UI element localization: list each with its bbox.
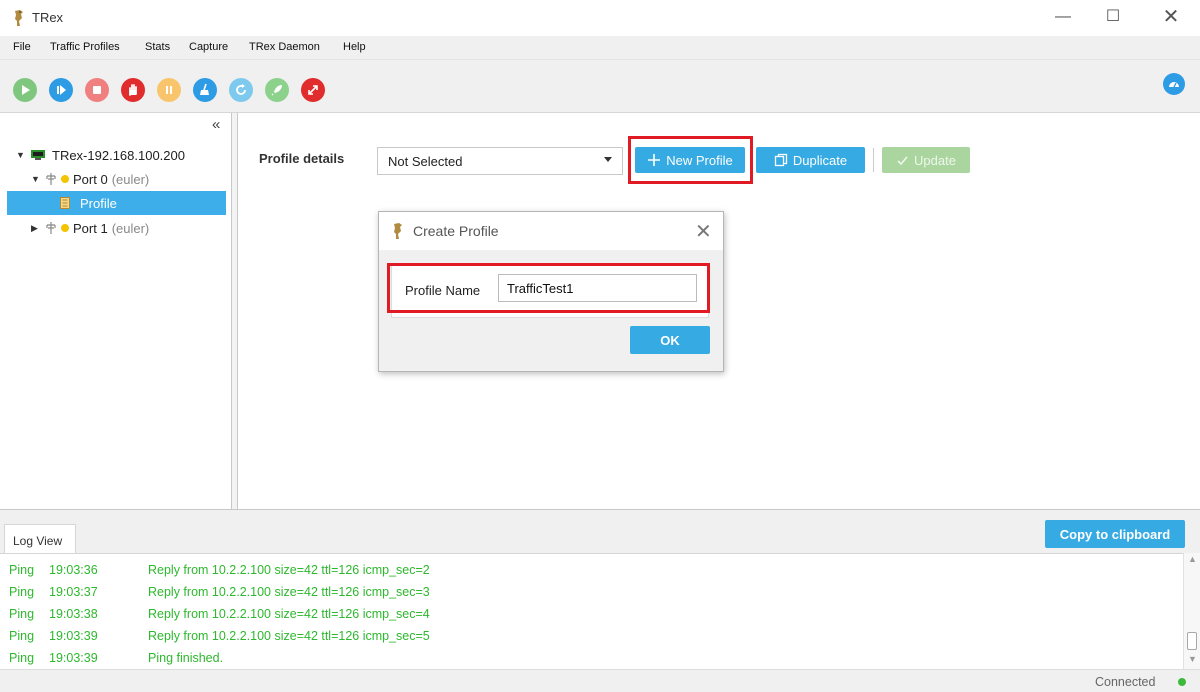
log-source: Ping [9, 585, 35, 599]
log-time: 19:03:36 [49, 563, 98, 577]
window-title: TRex [32, 10, 64, 25]
new-profile-button[interactable]: New Profile [635, 147, 745, 173]
port-icon [46, 222, 56, 234]
start-button[interactable] [13, 78, 37, 102]
refresh-button[interactable] [229, 78, 253, 102]
tree-port1-sub: (euler) [111, 220, 150, 236]
pause-button[interactable] [157, 78, 181, 102]
log-time: 19:03:39 [49, 629, 98, 643]
tree-port0-label: Port 0 [73, 171, 108, 187]
hand-icon [129, 84, 137, 96]
log-list: Ping 19:03:36 Reply from 10.2.2.100 size… [0, 553, 1200, 669]
menu-traffic-profiles[interactable]: Traffic Profiles [50, 41, 120, 53]
menu-capture[interactable]: Capture [189, 41, 228, 53]
refresh-icon [236, 84, 246, 95]
log-message: Reply from 10.2.2.100 size=42 ttl=126 ic… [148, 585, 430, 599]
menu-file[interactable]: File [13, 41, 31, 53]
port0-status-dot [61, 175, 69, 183]
dashboard-icon [1169, 82, 1179, 88]
tree-item-port1[interactable]: ▶ Port 1 (euler) [31, 216, 149, 240]
log-source: Ping [9, 651, 35, 665]
trex-logo-icon [15, 10, 23, 26]
update-button[interactable]: Update [882, 147, 970, 173]
tree-port0-sub: (euler) [111, 171, 150, 187]
log-source: Ping [9, 563, 35, 577]
tree-server-label: TRex-192.168.100.200 [52, 147, 185, 163]
disconnect-button[interactable] [301, 78, 325, 102]
stop-icon [93, 86, 101, 94]
port-icon [46, 173, 56, 185]
menu-help[interactable]: Help [343, 41, 366, 53]
maximize-button[interactable]: ☐ [1090, 0, 1136, 36]
toolbar-separator [873, 148, 874, 172]
tree-item-server[interactable]: ▼ TRex-192.168.100.200 [16, 143, 185, 167]
log-time: 19:03:37 [49, 585, 98, 599]
collapsed-arrow-icon[interactable]: ▶ [31, 223, 43, 234]
scroll-up-icon[interactable]: ▲ [1188, 554, 1197, 564]
new-profile-label: New Profile [666, 152, 733, 168]
log-view-tab[interactable]: Log View [4, 524, 76, 554]
server-icon [31, 150, 45, 160]
status-bar: Connected [0, 669, 1200, 692]
expanded-arrow-icon[interactable]: ▼ [31, 174, 43, 184]
check-icon [897, 155, 908, 165]
log-source: Ping [9, 607, 35, 621]
port1-status-dot [61, 224, 69, 232]
log-message: Reply from 10.2.2.100 size=42 ttl=126 ic… [148, 607, 430, 621]
duplicate-label: Duplicate [792, 152, 848, 168]
profile-details-label: Profile details [259, 151, 345, 166]
log-message: Reply from 10.2.2.100 size=42 ttl=126 ic… [148, 629, 430, 643]
chevron-down-icon [604, 157, 612, 162]
tree-profile-label: Profile [80, 195, 117, 211]
dialog-close-button[interactable]: ✕ [695, 219, 712, 244]
duplicate-button[interactable]: Duplicate [756, 147, 865, 173]
log-time: 19:03:38 [49, 607, 98, 621]
menu-trex-daemon[interactable]: TRex Daemon [249, 41, 320, 53]
toolbar [0, 60, 1200, 113]
tree-item-profile[interactable]: Profile [7, 191, 226, 215]
tree-port1-label: Port 1 [73, 220, 108, 236]
play-next-icon [57, 85, 66, 95]
menu-stats[interactable]: Stats [145, 41, 170, 53]
collapse-panel-button[interactable]: « [212, 116, 220, 133]
launch-button[interactable] [265, 78, 289, 102]
profile-file-icon [60, 197, 70, 209]
start-resume-button[interactable] [49, 78, 73, 102]
update-label: Update [914, 152, 956, 168]
log-source: Ping [9, 629, 35, 643]
log-message: Ping finished. [148, 651, 224, 665]
log-scrollbar[interactable]: ▲ ▼ [1183, 553, 1200, 669]
connection-status-dot [1178, 678, 1186, 686]
plus-icon [648, 154, 661, 166]
dialog-title: Create Profile [413, 223, 499, 239]
tree-item-port0[interactable]: ▼ Port 0 (euler) [31, 167, 149, 191]
disconnect-icon [308, 85, 318, 95]
scroll-down-icon[interactable]: ▼ [1188, 654, 1197, 664]
close-button[interactable]: ✕ [1148, 0, 1194, 36]
play-icon [22, 85, 30, 95]
profile-name-highlight [387, 263, 710, 313]
connection-status-text: Connected [1095, 675, 1156, 689]
profile-select-value: Not Selected [388, 154, 463, 169]
dashboard-button[interactable] [1163, 73, 1185, 95]
profile-select[interactable]: Not Selected [377, 147, 623, 175]
minimize-button[interactable]: — [1040, 0, 1086, 36]
log-time: 19:03:39 [49, 651, 98, 665]
log-message: Reply from 10.2.2.100 size=42 ttl=126 ic… [148, 563, 430, 577]
copy-icon [774, 153, 788, 167]
pause-icon [166, 86, 172, 94]
broom-icon [200, 83, 209, 95]
clear-button[interactable] [193, 78, 217, 102]
expanded-arrow-icon[interactable]: ▼ [16, 150, 28, 160]
stop-button[interactable] [85, 78, 109, 102]
stop-all-button[interactable] [121, 78, 145, 102]
menu-bar: File Traffic Profiles Stats Capture TRex… [0, 36, 1200, 60]
panel-splitter[interactable] [232, 113, 238, 509]
ok-button[interactable]: OK [630, 326, 710, 354]
scroll-thumb[interactable] [1187, 632, 1197, 650]
copy-to-clipboard-button[interactable]: Copy to clipboard [1045, 520, 1185, 548]
rocket-icon [271, 85, 282, 96]
title-bar: TRex — ☐ ✕ [0, 0, 1200, 36]
trex-logo-icon [394, 223, 402, 239]
